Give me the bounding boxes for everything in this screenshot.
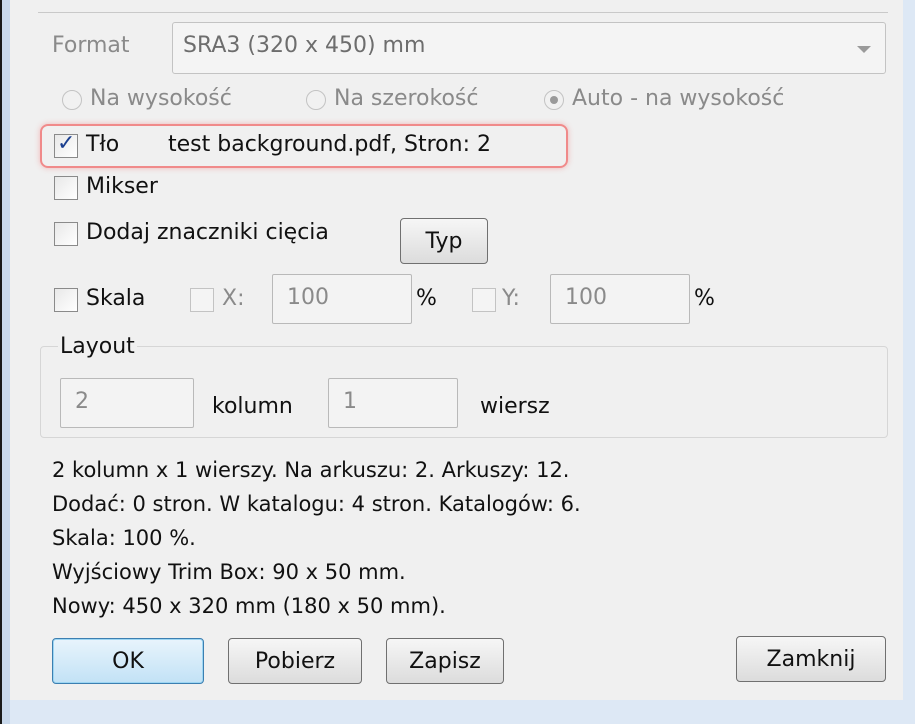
radio-auto-portrait[interactable] <box>544 90 564 110</box>
radio-auto-portrait-label: Auto - na wysokość <box>572 86 785 111</box>
radio-portrait[interactable] <box>62 90 82 110</box>
background-file-info: test background.pdf, Stron: 2 <box>168 132 491 157</box>
format-label: Format <box>52 33 130 58</box>
scale-y-checkbox[interactable] <box>472 288 496 312</box>
scale-x-input[interactable]: 100 <box>272 274 412 324</box>
close-button[interactable]: Zamknij <box>736 636 886 682</box>
ok-button[interactable]: OK <box>52 638 204 684</box>
load-button[interactable]: Pobierz <box>228 638 362 684</box>
scale-y-input[interactable]: 100 <box>550 274 690 324</box>
mixer-checkbox[interactable] <box>54 176 78 200</box>
background-label: Tło <box>86 132 120 157</box>
cut-marks-type-button[interactable]: Typ <box>400 218 488 264</box>
layout-columns-input[interactable]: 2 <box>60 378 194 428</box>
scale-checkbox[interactable] <box>54 288 78 312</box>
layout-columns-label: kolumn <box>212 394 293 419</box>
chevron-down-icon[interactable] <box>857 46 871 53</box>
scale-y-label: Y: <box>502 286 520 311</box>
radio-portrait-label: Na wysokość <box>90 86 232 111</box>
info-line-pages: Dodać: 0 stron. W katalogu: 4 stron. Kat… <box>52 492 581 516</box>
layout-rows-label: wiersz <box>480 394 550 419</box>
window-frame-edge <box>0 0 10 724</box>
scale-x-checkbox[interactable] <box>190 288 214 312</box>
layout-rows-input[interactable]: 1 <box>328 378 458 428</box>
radio-landscape-label: Na szerokość <box>334 86 479 111</box>
save-button[interactable]: Zapisz <box>386 638 504 684</box>
cut-marks-checkbox[interactable] <box>54 222 78 246</box>
mixer-label: Mikser <box>86 174 158 199</box>
info-line-trimbox: Wyjściowy Trim Box: 90 x 50 mm. <box>52 560 406 584</box>
info-line-new-size: Nowy: 450 x 320 mm (180 x 50 mm). <box>52 594 446 618</box>
info-line-scale: Skala: 100 %. <box>52 526 196 550</box>
layout-legend: Layout <box>58 334 137 359</box>
top-divider <box>38 12 888 13</box>
info-line-layout: 2 kolumn x 1 wierszy. Na arkuszu: 2. Ark… <box>52 458 570 482</box>
format-select-value: SRA3 (320 x 450) mm <box>183 33 426 58</box>
scale-label: Skala <box>86 286 146 311</box>
scale-x-unit: % <box>416 286 437 311</box>
checkmark-icon: ✓ <box>57 131 76 156</box>
cut-marks-label: Dodaj znaczniki cięcia <box>86 220 329 245</box>
background-checkbox[interactable]: ✓ <box>54 131 78 158</box>
scale-y-unit: % <box>694 286 715 311</box>
radio-landscape[interactable] <box>306 90 326 110</box>
scale-x-label: X: <box>222 286 245 311</box>
format-select[interactable]: SRA3 (320 x 450) mm <box>172 22 886 74</box>
